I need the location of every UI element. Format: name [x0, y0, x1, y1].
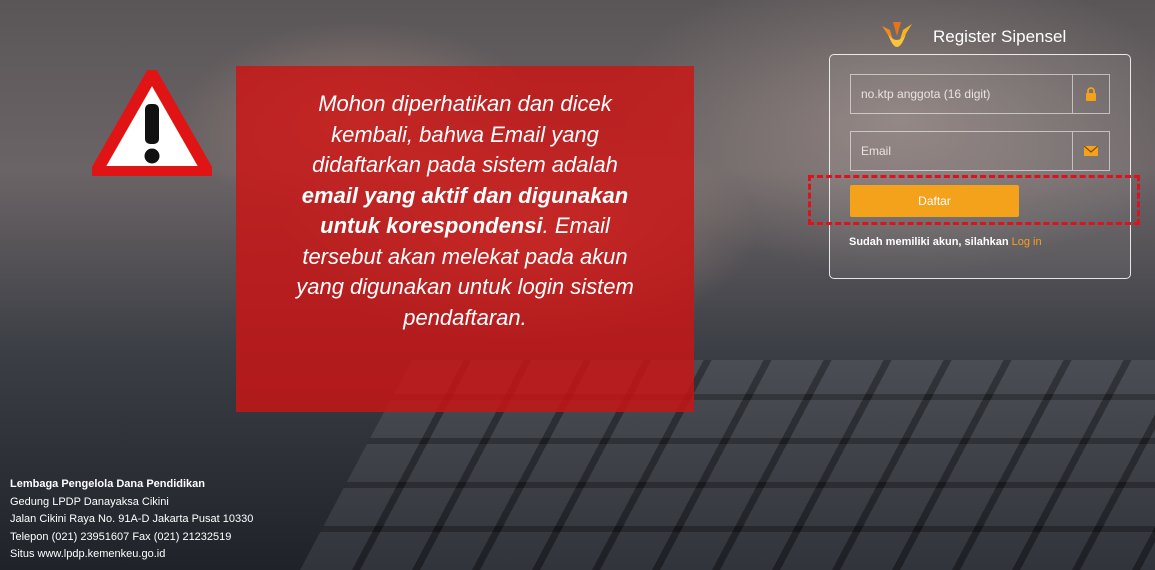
ktp-input[interactable]: [851, 74, 1072, 114]
register-panel: Daftar Sudah memiliki akun, silahkan Log…: [829, 54, 1131, 279]
login-prompt-text: Sudah memiliki akun, silahkan: [849, 236, 1009, 248]
warning-message-box: Mohon diperhatikan dan dicek kembali, ba…: [236, 66, 694, 412]
footer-site: Situs www.lpdp.kemenkeu.go.id: [10, 548, 166, 560]
email-field: [850, 131, 1110, 171]
footer-org: Lembaga Pengelola Dana Pendidikan: [10, 478, 205, 490]
login-link[interactable]: Log in: [1012, 236, 1042, 248]
footer-building: Gedung LPDP Danayaksa Cikini: [10, 495, 169, 508]
lock-icon: [1086, 87, 1096, 101]
footer-phone: Telepon (021) 23951607 Fax (021) 2123251…: [10, 530, 232, 543]
warning-line-mixed: untuk korespondensi. Email: [250, 211, 680, 242]
warning-line: Mohon diperhatikan dan dicek: [318, 91, 612, 116]
envelope-addon: [1072, 132, 1109, 170]
warning-line: tersebut akan melekat pada akun: [302, 243, 628, 269]
warning-line: kembali, bahwa Email yang: [331, 121, 599, 147]
page-title: Register Sipensel: [933, 27, 1067, 46]
warning-line: pendaftaran.: [403, 304, 527, 330]
envelope-icon: [1084, 146, 1098, 156]
warning-bold-text: untuk korespondensi: [320, 213, 543, 238]
warning-text: . Email: [542, 213, 610, 238]
brand-header: Register Sipensel: [878, 20, 1066, 54]
footer-address: Jalan Cikini Raya No. 91A-D Jakarta Pusa…: [10, 513, 254, 525]
footer-info: Lembaga Pengelola Dana Pendidikan Gedung…: [10, 476, 253, 564]
warning-line: didaftarkan pada sistem adalah: [312, 152, 618, 177]
highlight-dashed-box: [808, 175, 1140, 225]
warning-triangle-icon: [92, 70, 212, 176]
lock-addon: [1072, 75, 1109, 113]
email-input[interactable]: [851, 131, 1072, 171]
warning-line-bold: email yang aktif dan digunakan: [250, 181, 680, 212]
warning-line: yang digunakan untuk login sistem: [296, 274, 634, 299]
lpdp-logo-icon: [882, 22, 912, 47]
warning-bold-text: email yang aktif dan digunakan: [301, 182, 629, 208]
login-prompt: Sudah memiliki akun, silahkan Log in: [849, 236, 1042, 248]
ktp-field: [850, 74, 1110, 114]
